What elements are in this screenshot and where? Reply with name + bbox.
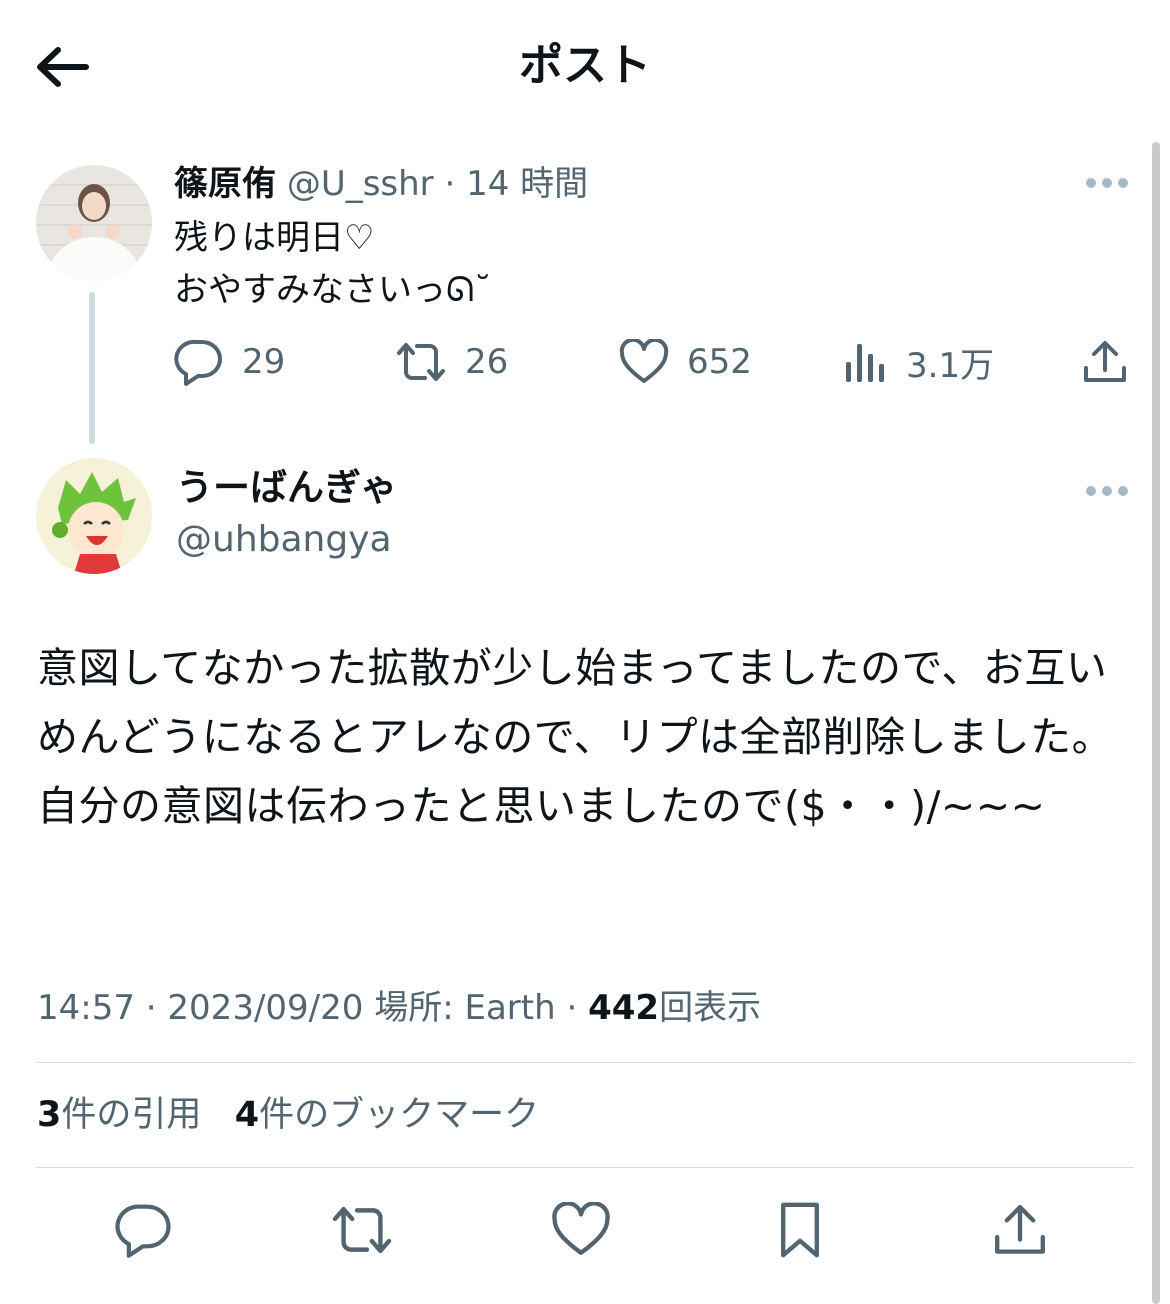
post-text: 意図してなかった拡散が少し始まってましたので、お互いめんどうになるとアレなので、…	[37, 644, 1114, 830]
views-count: 442	[588, 988, 660, 1028]
reply-button[interactable]: 29	[174, 334, 285, 390]
handle[interactable]: @U_sshr	[287, 164, 434, 204]
scrollbar[interactable]	[1152, 142, 1160, 1304]
post-date[interactable]: 2023/09/20	[167, 988, 363, 1028]
author-handle[interactable]: @uhbangya	[176, 514, 392, 566]
repost-button[interactable]	[330, 1198, 394, 1262]
views-icon	[846, 344, 884, 382]
avatar[interactable]	[36, 458, 152, 574]
author-display-name[interactable]: うーばんぎゃ	[176, 462, 397, 514]
share-button[interactable]	[988, 1198, 1052, 1262]
post-time[interactable]: 14 時間	[466, 164, 588, 204]
avatar[interactable]	[36, 165, 152, 281]
like-icon	[552, 1202, 610, 1255]
like-count: 652	[687, 342, 752, 382]
like-button[interactable]	[549, 1198, 613, 1262]
repost-button[interactable]: 26	[395, 334, 508, 390]
bookmarks-label: 件のブックマーク	[259, 1095, 540, 1135]
parent-post-text: 残りは明日♡ おやすみなさいっᘏ˘	[174, 218, 492, 310]
views-label: 回表示	[659, 988, 762, 1028]
more-options-button[interactable]	[1085, 484, 1129, 498]
separator: ·	[145, 988, 157, 1028]
share-icon	[995, 1205, 1045, 1254]
quotes-count: 3	[37, 1095, 62, 1135]
reply-icon	[174, 339, 222, 386]
reply-icon	[115, 1204, 171, 1258]
more-icon	[1086, 178, 1128, 188]
quotes-label: 件の引用	[61, 1095, 202, 1135]
separator: ·	[566, 988, 578, 1028]
quotes-link[interactable]: 3件の引用	[37, 1095, 201, 1135]
more-icon	[1086, 486, 1128, 496]
page-title: ポスト	[519, 40, 651, 91]
divider	[36, 1167, 1134, 1168]
views-count: 3.1万	[906, 345, 995, 386]
like-button[interactable]: 652	[619, 334, 752, 390]
separator: ·	[444, 164, 456, 204]
repost-icon	[332, 1206, 392, 1254]
post-location: 場所: Earth	[374, 988, 556, 1028]
thread-line	[89, 292, 95, 444]
bookmark-button[interactable]	[768, 1198, 832, 1262]
display-name[interactable]: 篠原侑	[174, 164, 276, 204]
engagement-stats: 3件の引用 4件のブックマーク	[37, 1090, 539, 1140]
reply-count: 29	[242, 342, 286, 382]
more-options-button[interactable]	[1085, 176, 1129, 190]
bookmarks-count: 4	[234, 1095, 260, 1135]
repost-icon	[397, 343, 445, 381]
views-button[interactable]: 3.1万	[842, 334, 994, 390]
post-meta: 14:57 · 2023/09/20 場所: Earth · 442回表示	[37, 984, 761, 1032]
share-icon	[1084, 341, 1126, 382]
reply-button[interactable]	[112, 1198, 176, 1262]
like-icon	[619, 339, 669, 383]
repost-count: 26	[465, 342, 509, 382]
divider	[36, 1062, 1134, 1063]
bookmark-icon	[781, 1202, 819, 1258]
post-time[interactable]: 14:57	[37, 988, 135, 1028]
bookmarks-link[interactable]: 4件のブックマーク	[235, 1095, 539, 1135]
share-button[interactable]	[1080, 334, 1130, 390]
parent-post-header: 篠原侑 @U_sshr · 14 時間	[174, 160, 588, 208]
